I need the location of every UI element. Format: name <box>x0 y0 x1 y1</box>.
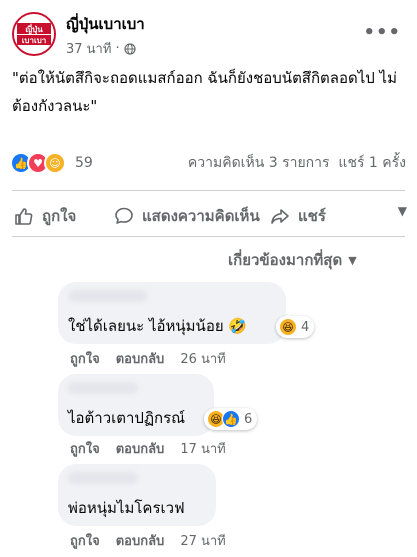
shares-count-link[interactable]: แชร์ 1 ครั้ง <box>338 155 406 171</box>
share-icon <box>271 209 289 224</box>
divider <box>12 190 405 191</box>
comment-button[interactable]: แสดงความคิดเห็น <box>114 204 260 228</box>
comment-reaction-count: 6 <box>244 411 253 427</box>
share-button[interactable]: แชร์ <box>270 204 326 228</box>
comment-reactions[interactable]: 😆 4 <box>276 316 315 338</box>
redacted-author-name <box>68 472 138 484</box>
page-name-link[interactable]: ญี่ปุ่นเบาเบา <box>66 12 145 36</box>
page-avatar[interactable]: ญี่ปุ่น เบาเบา <box>12 12 56 56</box>
comment-timestamp[interactable]: 26 นาที <box>180 348 225 369</box>
comment-bubble: ใช่ได้เลยนะ ไอ้หนุ่มน้อย 🤣 <box>58 282 286 344</box>
comment-reactions[interactable]: 😆 👍 6 <box>204 408 258 430</box>
haha-icon: 😆 <box>279 318 297 336</box>
sort-label: เกี่ยวข้องมากที่สุด <box>228 251 343 269</box>
like-button-label: ถูกใจ <box>42 207 77 225</box>
comment-reply-button[interactable]: ตอบกลับ <box>116 438 165 459</box>
post-meta: 37 นาที · <box>66 38 136 59</box>
comment-bubble: พ่อหนุ่มไมโครเวฟ <box>58 464 216 526</box>
post-timestamp[interactable]: 37 นาที <box>66 38 111 59</box>
comment-like-button[interactable]: ถูกใจ <box>70 530 100 551</box>
chevron-down-icon[interactable]: ▼ <box>398 204 407 218</box>
comment-reaction-count: 4 <box>301 319 310 335</box>
divider <box>12 236 405 237</box>
reaction-icons[interactable]: 👍 ♥ ☺ <box>10 152 66 174</box>
caret-down-icon: ▼ <box>348 253 357 267</box>
comment-text: ใช่ได้เลยนะ ไอ้หนุ่มน้อย 🤣 <box>68 317 248 335</box>
comment-icon <box>115 207 133 224</box>
meta-separator: · <box>115 41 120 56</box>
comment-reply-button[interactable]: ตอบกลับ <box>116 530 165 551</box>
comment-like-button[interactable]: ถูกใจ <box>70 348 100 369</box>
comment-share-stats: ความคิดเห็น 3 รายการ แชร์ 1 ครั้ง <box>188 152 406 174</box>
comment-actions: ถูกใจ ตอบกลับ 27 นาที <box>70 530 226 551</box>
share-button-label: แชร์ <box>298 207 326 225</box>
logo-line-1: ญี่ปุ่น <box>25 23 43 35</box>
reaction-count[interactable]: 59 <box>75 155 93 171</box>
care-icon: ☺ <box>44 152 66 174</box>
page-logo: ญี่ปุ่น เบาเบา <box>14 14 54 54</box>
comment-text: ไอต้าวเตาปฏิกรณ์ <box>68 409 186 427</box>
post-action-bar: ถูกใจ แสดงความคิดเห็น แชร์ ▼ <box>0 196 417 236</box>
redacted-author-name <box>68 290 148 302</box>
comment-actions: ถูกใจ ตอบกลับ 26 นาที <box>70 348 226 369</box>
comment-button-label: แสดงความคิดเห็น <box>142 207 260 225</box>
globe-icon[interactable] <box>123 42 136 55</box>
comment-reply-button[interactable]: ตอบกลับ <box>116 348 165 369</box>
comments-count-link[interactable]: ความคิดเห็น 3 รายการ <box>188 155 330 171</box>
comment-like-button[interactable]: ถูกใจ <box>70 438 100 459</box>
thumbs-up-icon <box>15 208 33 225</box>
reaction-summary: 👍 ♥ ☺ 59 ความคิดเห็น 3 รายการ แชร์ 1 ครั… <box>10 150 406 176</box>
comment-sort-dropdown[interactable]: เกี่ยวข้องมากที่สุด ▼ <box>228 248 357 272</box>
comment-timestamp[interactable]: 17 นาที <box>180 438 225 459</box>
post-caption: "ต่อให้นัตสึกิจะถอดแมสก์ออก ฉันก็ยังชอบน… <box>12 69 397 115</box>
like-button[interactable]: ถูกใจ <box>14 204 76 228</box>
like-icon: 👍 <box>222 410 240 428</box>
redacted-author-name <box>68 382 138 394</box>
comment-actions: ถูกใจ ตอบกลับ 17 นาที <box>70 438 226 459</box>
comment-bubble: ไอต้าวเตาปฏิกรณ์ <box>58 374 214 436</box>
comment-text: พ่อหนุ่มไมโครเวฟ <box>68 499 185 517</box>
comment-timestamp[interactable]: 27 นาที <box>180 530 225 551</box>
logo-line-2: เบาเบา <box>22 36 47 45</box>
more-icon[interactable]: ••• <box>363 22 401 43</box>
